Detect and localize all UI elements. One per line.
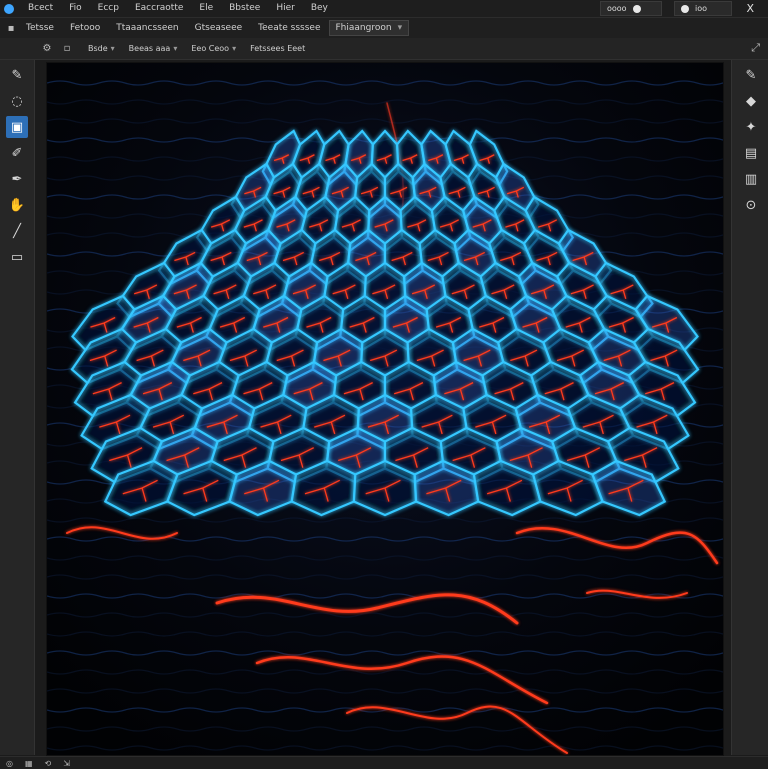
image-canvas[interactable] [46,62,724,756]
brush-icon[interactable]: ✐ [6,142,28,164]
tab-active[interactable]: Fhiaangroon ▾ [328,20,410,36]
options-bar: ⚙ ▫ Bsde ▾ Beeas aaa ▾ Eeo Ceoo ▾ Fetssees … [0,38,768,60]
tab-3[interactable]: Ttaaancsseen [108,20,186,37]
pen-icon[interactable]: ✒ [6,168,28,190]
layers-icon[interactable]: ▤ [740,142,762,164]
tab-2[interactable]: Fetooo [62,20,108,37]
adjust-icon[interactable]: ▥ [740,168,762,190]
stamp-icon[interactable]: ◆ [740,90,762,112]
option-3-label: Eeo Ceoo [191,44,230,53]
left-toolbar: ✎ ◌ ▣ ✐ ✒ ✋ ╱ ▭ [0,60,35,755]
menu-item-1[interactable]: Bcect [20,0,61,17]
menu-item-6[interactable]: Bbstee [221,0,268,17]
menu-item-5[interactable]: Ele [191,0,221,17]
artwork [47,63,723,755]
select-icon[interactable]: ▣ [6,116,28,138]
chevron-down-icon: ▾ [110,44,115,53]
menu-item-7[interactable]: Hier [268,0,303,17]
account-icon [681,4,689,13]
option-1[interactable]: Bsde ▾ [88,44,115,53]
tab-1[interactable]: Tetsse [18,20,62,37]
menu-item-4[interactable]: Eaccraotte [127,0,191,17]
document-tab-bar: ▪ Tetsse Fetooo Ttaaancsseen Gtseaseee T… [0,18,768,39]
panel-icon[interactable]: ▪ [4,21,18,35]
search-box[interactable]: oooo [600,1,662,16]
menu-item-2[interactable]: Fio [61,0,90,17]
account-box[interactable]: ioo [674,1,732,16]
right-toolbar: ✎ ◆ ✦ ▤ ▥ ⊙ [731,60,768,755]
tab-4[interactable]: Gtseaseee [187,20,251,37]
search-icon [632,4,641,13]
lasso-icon[interactable]: ◌ [6,90,28,112]
stylus-icon[interactable]: ╱ [6,220,28,242]
hand-icon[interactable]: ✋ [6,194,28,216]
tab-active-label: Fhiaangroon [335,23,392,33]
option-3[interactable]: Eeo Ceoo ▾ [191,44,236,53]
close-icon[interactable]: X [746,0,754,17]
chevron-down-icon: ▾ [173,44,178,53]
menu-item-3[interactable]: Eccp [90,0,127,17]
eraser-icon[interactable]: ✎ [6,64,28,86]
frame-icon[interactable]: ▭ [6,246,28,268]
search-label: oooo [607,4,627,13]
option-4[interactable]: Fetssees Eeet [250,44,305,53]
option-1-label: Bsde [88,44,108,53]
zoom-icon[interactable]: ⊙ [740,194,762,216]
option-2[interactable]: Beeas aaa ▾ [129,44,178,53]
status-bar: ◎ ▦ ⟲ ⇲ [0,756,768,769]
folder-icon[interactable]: ▫ [60,42,74,56]
expand-icon[interactable]: ⤢ [751,41,760,55]
grid-icon[interactable]: ▦ [25,759,33,768]
settings-icon[interactable]: ⚙ [40,42,54,56]
account-label: ioo [695,4,708,13]
info-icon[interactable]: ◎ [6,759,13,768]
tab-5[interactable]: Teeate ssssee [250,20,328,37]
menu-bar: Bcect Fio Eccp Eaccraotte Ele Bbstee Hie… [0,0,768,18]
pipette-icon[interactable]: ✎ [740,64,762,86]
chevron-down-icon: ▾ [232,44,237,53]
menu-item-8[interactable]: Bey [303,0,336,17]
wand-icon[interactable]: ✦ [740,116,762,138]
chevron-down-icon: ▾ [397,23,403,33]
history-icon[interactable]: ⟲ [45,759,52,768]
export-icon[interactable]: ⇲ [63,759,70,768]
option-2-label: Beeas aaa [128,44,171,53]
app-logo-icon [4,3,14,14]
